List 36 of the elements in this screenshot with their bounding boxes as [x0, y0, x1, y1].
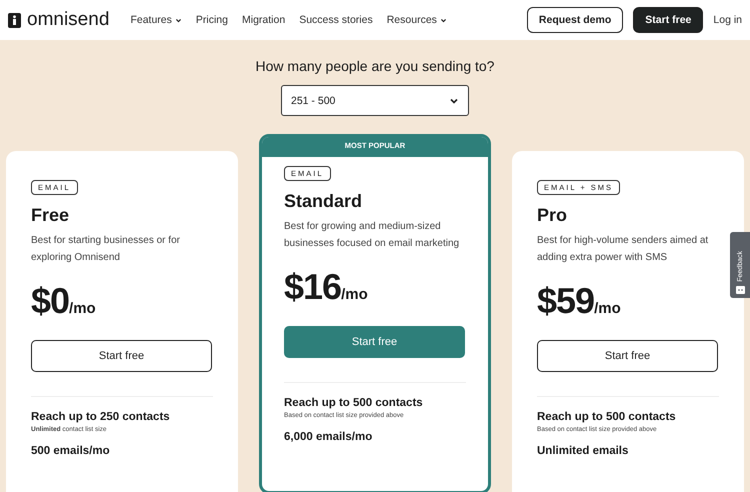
plan-price: $0: [31, 280, 70, 322]
question-heading: How many people are you sending to?: [256, 58, 494, 74]
plan-description: Best for growing and medium-sized businesses focused on email marketing: [284, 220, 460, 251]
start-free-button[interactable]: Start free: [537, 340, 718, 372]
plan-price: $59: [537, 280, 594, 322]
chevron-down-icon: [174, 16, 182, 24]
nav-link[interactable]: Resources: [386, 14, 447, 26]
feature-title: 500 emails/mo: [31, 445, 111, 457]
request-demo-button[interactable]: Request demo: [526, 7, 624, 33]
chevron-down-icon: [440, 16, 447, 24]
logo-text: omnisend: [27, 9, 110, 31]
start-free-button[interactable]: Start free: [284, 326, 465, 358]
nav-link[interactable]: Success stories: [299, 14, 373, 26]
plan-name: Pro: [537, 205, 568, 226]
plan-description: Best for starting businesses or for exploring Omnisend: [31, 234, 181, 265]
start-free-button[interactable]: Start free: [633, 7, 704, 33]
chat-icon: [736, 286, 744, 294]
feature-title: Unlimited emails: [537, 445, 630, 457]
login-link[interactable]: Log in: [713, 14, 742, 26]
feature-title: Reach up to 500 contacts: [537, 411, 677, 423]
price-period: /mo: [69, 300, 96, 317]
plan-price: $16: [284, 266, 342, 308]
price-period: /mo: [594, 300, 621, 317]
logo-icon: [8, 12, 21, 28]
nav-link[interactable]: Pricing: [196, 14, 228, 26]
feature-title: Reach up to 250 contacts: [31, 411, 171, 423]
contacts-dropdown[interactable]: 251 - 500: [281, 85, 469, 116]
feature-title: 6,000 emails/mo: [284, 431, 374, 443]
price-period: /mo: [341, 286, 368, 303]
feature-title: Reach up to 500 contacts: [284, 397, 424, 409]
nav-link[interactable]: Features: [130, 14, 182, 26]
plan-description: Best for high-volume senders aimed at adding extra power with SMS: [537, 234, 710, 265]
nav-link[interactable]: Migration: [242, 14, 286, 26]
plan-name: Standard: [284, 191, 364, 212]
plan-name: Free: [31, 205, 70, 226]
start-free-button[interactable]: Start free: [31, 340, 212, 372]
